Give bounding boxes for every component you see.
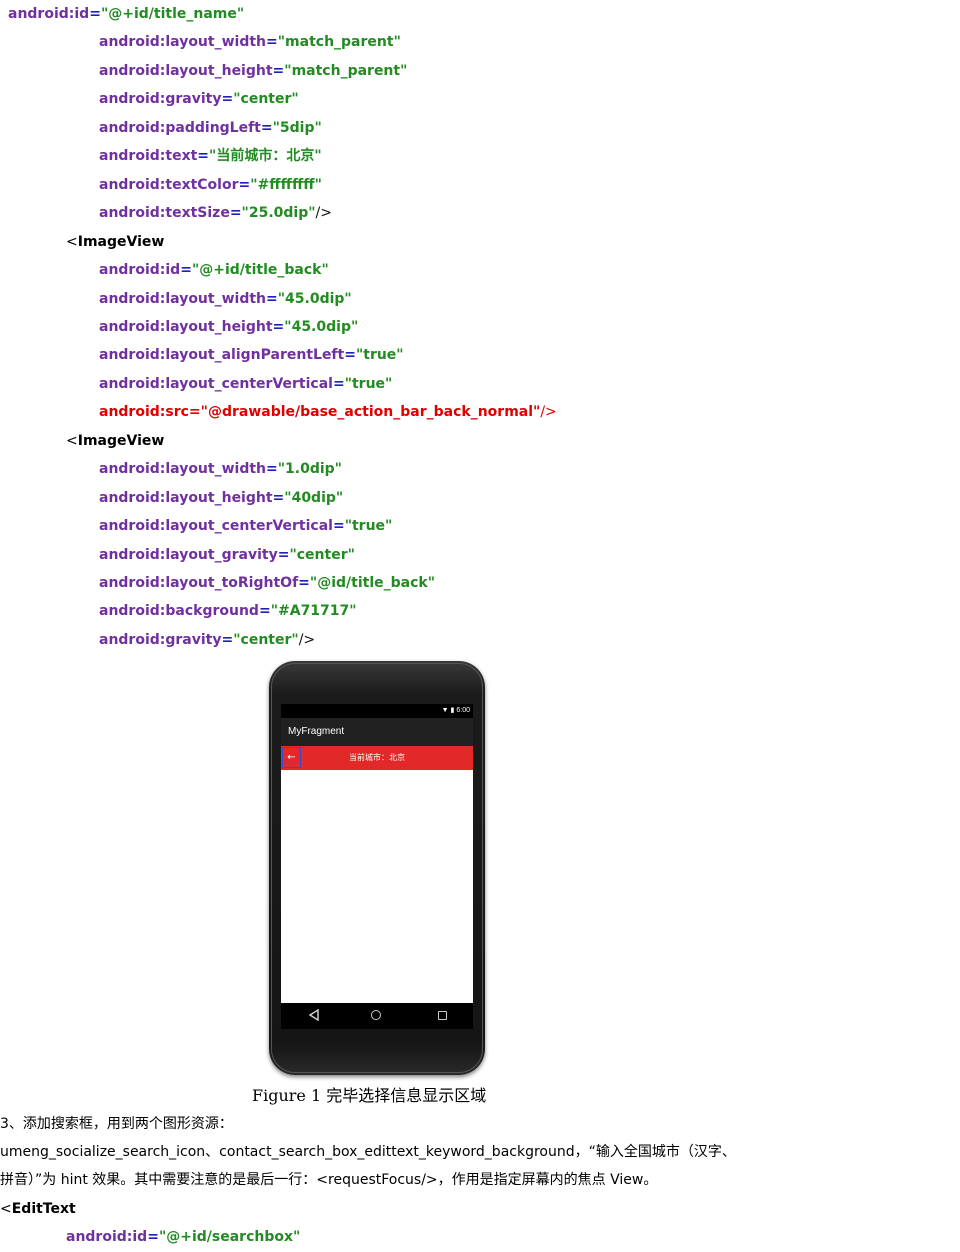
code-tag-close: />	[315, 205, 332, 221]
code-attr: android:textSize	[99, 205, 230, 221]
code-line: android:id="@+id/title_name"	[8, 6, 245, 22]
code-attr: android:layout_alignParentLeft	[99, 347, 345, 363]
code-attr: android:id	[66, 1229, 148, 1245]
code-line: android:layout_width="45.0dip"	[99, 291, 352, 307]
code-attr: android:layout_width	[99, 34, 267, 50]
code-attr: android:layout_height	[99, 63, 273, 79]
code-attr: android:layout_width	[99, 461, 267, 477]
code-line: android:layout_gravity="center"	[99, 547, 355, 563]
code-tag-close: />	[298, 632, 316, 648]
code-attr: android:gravity	[99, 91, 222, 107]
code-value: "当前城市：北京"	[209, 148, 322, 164]
edittext-tag-name: EditText	[11, 1201, 76, 1217]
city-title-bar: 当前城市：北京 ←	[281, 746, 473, 770]
code-line: android:gravity="center"/>	[99, 632, 316, 648]
nav-bar	[281, 1003, 473, 1029]
app-title: MyFragment	[288, 726, 345, 737]
code-line: <ImageView	[66, 234, 165, 250]
code-line: android:paddingLeft="5dip"	[99, 120, 322, 136]
code-attr: android:layout_height	[99, 319, 273, 335]
code-line: <ImageView	[66, 433, 165, 449]
code-line: android:layout_width="match_parent"	[99, 34, 401, 50]
code-attr: android:text	[99, 148, 198, 164]
paragraph-line-1: 3、添加搜索框，用到两个图形资源：	[0, 1116, 233, 1132]
code-value: "@drawable/base_action_bar_back_normal"	[200, 404, 541, 420]
code-line: android:id="@+id/title_back"	[99, 262, 329, 278]
back-arrow-icon[interactable]: ←	[282, 747, 301, 768]
code-line: android:layout_toRightOf="@id/title_back…	[99, 575, 435, 591]
city-title: 当前城市：北京	[349, 753, 405, 762]
code-value: "match_parent"	[277, 34, 401, 50]
code-value: "@id/title_back"	[309, 575, 435, 591]
code-value: "@+id/searchbox"	[158, 1229, 301, 1245]
code-line: android:background="#A71717"	[99, 603, 357, 619]
code-value: "5dip"	[272, 120, 322, 136]
code-value: "true"	[344, 518, 393, 534]
figure-caption: Figure 1 完毕选择信息显示区域	[252, 1086, 487, 1105]
code-tag-name: ImageView	[77, 234, 165, 250]
code-value: "true"	[344, 376, 393, 392]
code-searchbox-id: android:id="@+id/searchbox"	[66, 1229, 301, 1245]
code-line: android:textColor="#ffffffff"	[99, 177, 322, 193]
code-line: android:textSize="25.0dip"/>	[99, 205, 332, 221]
code-attr: android:layout_centerVertical	[99, 376, 333, 392]
code-line: android:src="@drawable/base_action_bar_b…	[99, 404, 557, 420]
status-time: 6:00	[456, 707, 470, 714]
status-bar: ▼ ▮ 6:00	[281, 704, 473, 718]
battery-icon: ▮	[450, 707, 455, 714]
code-edittext-tag: <EditText	[0, 1201, 76, 1217]
action-bar: MyFragment	[281, 718, 473, 746]
code-value: "40dip"	[284, 490, 344, 506]
nav-home-icon[interactable]	[371, 1010, 381, 1020]
code-attr: android:id	[99, 262, 181, 278]
code-attr: android:layout_gravity	[99, 547, 278, 563]
code-attr: android:layout_width	[99, 291, 267, 307]
code-line: android:layout_width="1.0dip"	[99, 461, 342, 477]
code-value: "#ffffffff"	[250, 177, 322, 193]
code-attr: android:textColor	[99, 177, 239, 193]
code-line: android:layout_height="40dip"	[99, 490, 344, 506]
code-attr: android:id	[8, 6, 90, 22]
code-value: "25.0dip"	[241, 205, 316, 221]
code-value: "45.0dip"	[277, 291, 352, 307]
code-value: "center"	[233, 632, 299, 648]
paragraph-line-2: umeng_socialize_search_icon、contact_sear…	[0, 1144, 736, 1160]
wifi-icon: ▼	[441, 707, 449, 714]
code-value: "true"	[355, 347, 404, 363]
code-line: android:layout_alignParentLeft="true"	[99, 347, 404, 363]
code-line: android:text="当前城市：北京"	[99, 148, 322, 164]
paragraph-line-3: 拼音）”为 hint 效果。其中需要注意的是最后一行：<requestFocus…	[0, 1172, 658, 1188]
code-tag-close: />	[540, 404, 557, 420]
code-line: android:layout_height="45.0dip"	[99, 319, 359, 335]
code-value: "@+id/title_back"	[191, 262, 329, 278]
code-attr: android:gravity	[99, 632, 222, 648]
code-attr: android:layout_centerVertical	[99, 518, 333, 534]
phone-screen: ▼ ▮ 6:00 MyFragment 当前城市：北京 ←	[281, 704, 473, 1029]
code-attr: android:layout_toRightOf	[99, 575, 299, 591]
code-value: "#A71717"	[270, 603, 357, 619]
code-value: "match_parent"	[284, 63, 408, 79]
code-line: android:layout_centerVertical="true"	[99, 518, 393, 534]
code-value: "@+id/title_name"	[100, 6, 245, 22]
code-value: "1.0dip"	[277, 461, 342, 477]
code-line: android:layout_centerVertical="true"	[99, 376, 393, 392]
code-attr: android:layout_height	[99, 490, 273, 506]
nav-recent-icon[interactable]	[438, 1011, 447, 1020]
code-value: "45.0dip"	[284, 319, 359, 335]
code-line: android:gravity="center"	[99, 91, 299, 107]
code-value: "center"	[289, 547, 355, 563]
code-tag-name: ImageView	[77, 433, 165, 449]
code-value: "center"	[233, 91, 299, 107]
code-line: android:layout_height="match_parent"	[99, 63, 408, 79]
code-attr: android:src	[99, 404, 189, 420]
code-attr: android:background	[99, 603, 259, 619]
code-attr: android:paddingLeft	[99, 120, 261, 136]
nav-back-icon[interactable]	[308, 1009, 320, 1021]
